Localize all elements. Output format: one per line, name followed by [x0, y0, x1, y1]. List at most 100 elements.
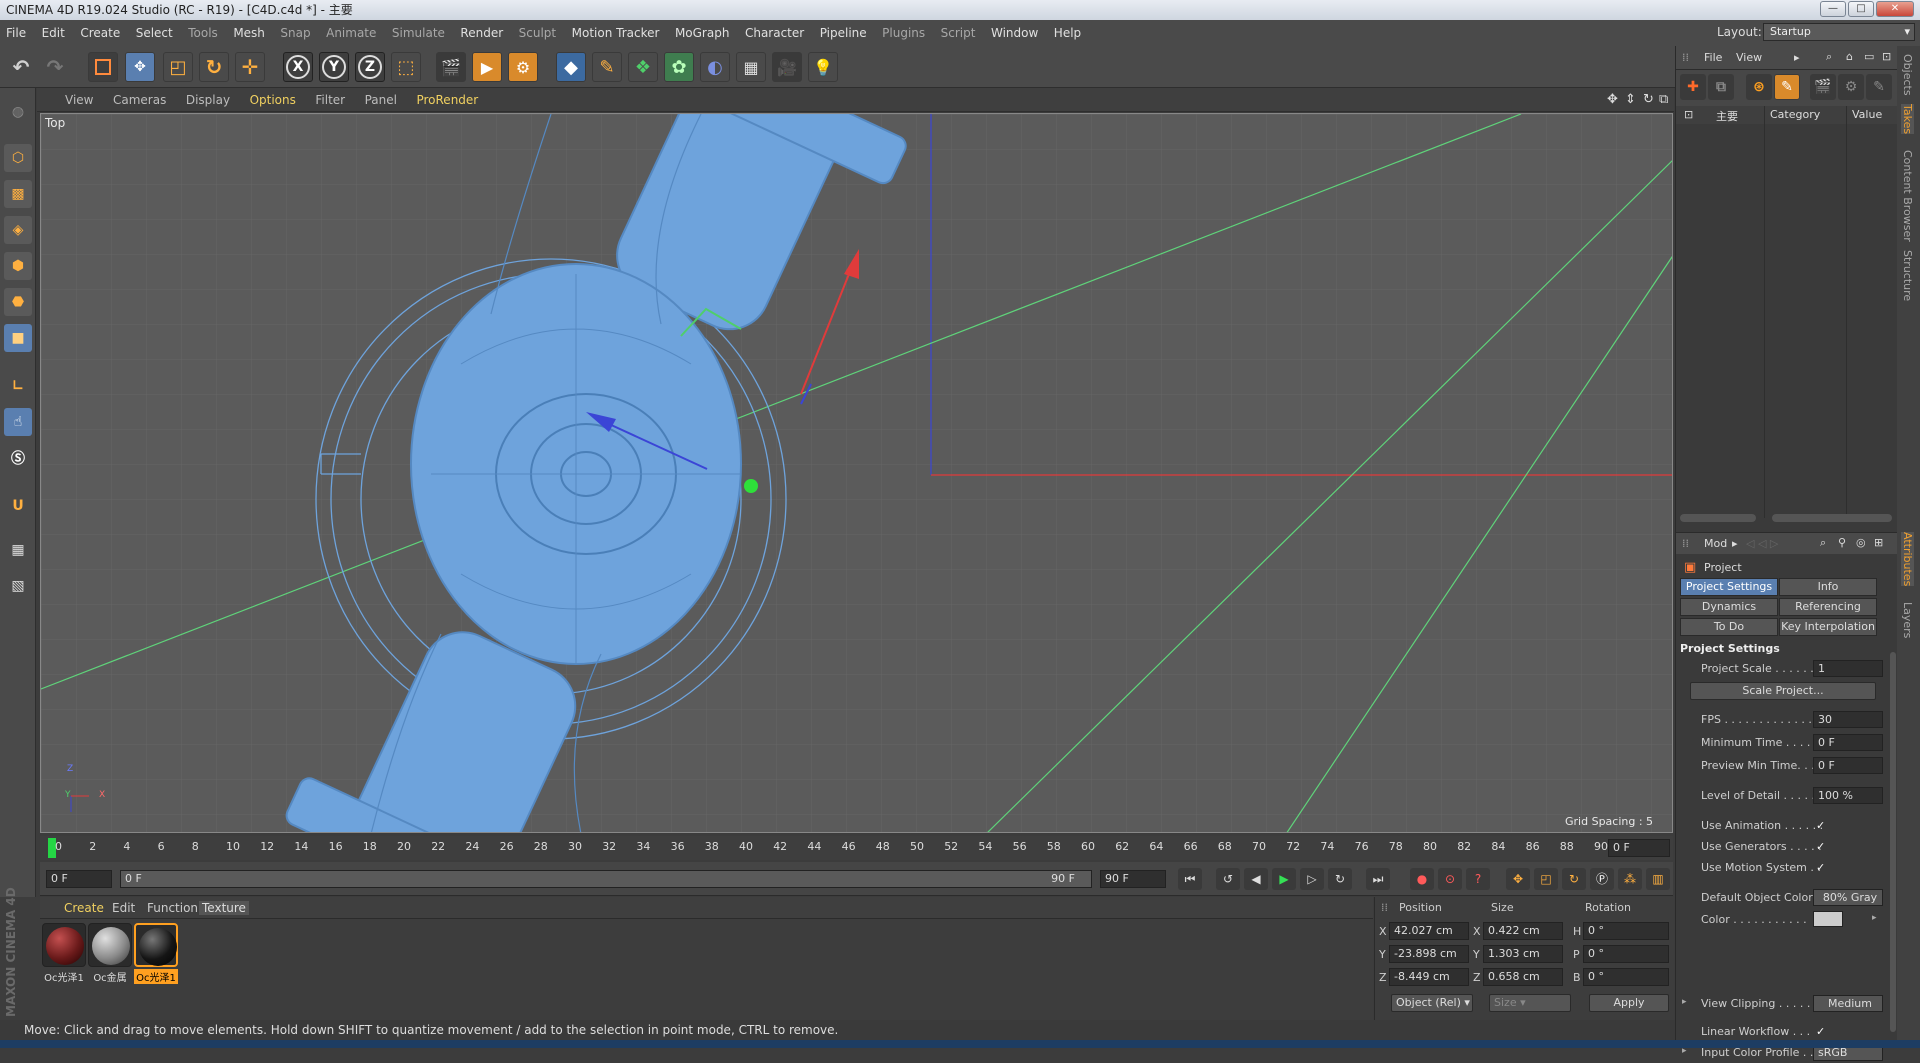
position-z-field[interactable]: -8.449 cm	[1389, 968, 1469, 986]
deformer-icon[interactable]: ◐	[700, 52, 730, 82]
key-rotation-icon[interactable]: ↻	[1562, 868, 1586, 890]
texture-mode-icon[interactable]: ▩	[4, 180, 32, 208]
menu-plugins[interactable]: Plugins	[876, 20, 931, 46]
cloner-icon[interactable]: ✿	[664, 52, 694, 82]
tab-referencing[interactable]: Referencing	[1779, 598, 1877, 616]
default-object-color-dropdown[interactable]: 80% Gray	[1813, 889, 1883, 906]
render-settings-icon[interactable]: ⚙	[508, 52, 538, 82]
live-selection-icon[interactable]	[88, 52, 118, 82]
material-menu-edit[interactable]: Edit	[112, 901, 135, 915]
play-icon[interactable]: ▶	[1272, 868, 1296, 890]
cube-object-icon[interactable]: ◆	[556, 52, 586, 82]
coordinate-system-icon[interactable]: ⬚	[391, 52, 421, 82]
menu-simulate[interactable]: Simulate	[386, 20, 451, 46]
tab-project-settings[interactable]: Project Settings	[1680, 578, 1778, 596]
attributes-scrollbar[interactable]	[1890, 652, 1896, 1032]
rotation-b-field[interactable]: 0 °	[1583, 968, 1669, 986]
snap-icon[interactable]: Ⓢ	[4, 444, 32, 472]
material-swatch-2[interactable]	[88, 923, 132, 967]
spline-pen-icon[interactable]: ✎	[592, 52, 622, 82]
vtab-takes[interactable]: Takes	[1901, 104, 1914, 135]
size-z-field[interactable]: 0.658 cm	[1483, 968, 1563, 986]
maximize-button[interactable]: □	[1848, 1, 1874, 17]
takes-hscrollbar[interactable]	[1680, 514, 1756, 522]
viewport-menu-prorender[interactable]: ProRender	[408, 88, 486, 112]
viewport-menu-view[interactable]: View	[57, 88, 101, 112]
subdivision-surface-icon[interactable]: ❖	[628, 52, 658, 82]
position-y-field[interactable]: -23.898 cm	[1389, 945, 1469, 963]
attributes-new-icon[interactable]: ⊞	[1874, 536, 1883, 549]
minimize-button[interactable]: —	[1820, 1, 1846, 17]
go-to-start-icon[interactable]: ⏮	[1178, 868, 1202, 890]
viewport-rotate-icon[interactable]: ↻	[1643, 92, 1654, 107]
menu-snap[interactable]: Snap	[274, 20, 316, 46]
take-auto-icon[interactable]: ✎	[1774, 74, 1800, 100]
project-scale-field[interactable]: 1	[1813, 660, 1883, 677]
menu-mograph[interactable]: MoGraph	[669, 20, 736, 46]
attributes-lock-icon[interactable]: ⚲	[1838, 536, 1846, 549]
menu-tools[interactable]: Tools	[182, 20, 224, 46]
take-main-label[interactable]: 主要	[1716, 108, 1738, 124]
objects-new-view-icon[interactable]: ▭	[1864, 50, 1874, 63]
menu-edit[interactable]: Edit	[36, 20, 71, 46]
polygons-mode-icon[interactable]: ■	[4, 324, 32, 352]
objects-menu-view[interactable]: View	[1736, 51, 1762, 64]
material-menu-create[interactable]: Create	[64, 901, 104, 915]
y-axis-lock-button[interactable]: Y	[319, 52, 349, 82]
take-settings-icon[interactable]: ✎	[1866, 74, 1892, 100]
coord-mode-dropdown[interactable]: Object (Rel) ▾	[1391, 994, 1473, 1012]
undo-icon[interactable]: ↶	[6, 52, 36, 82]
previous-frame-icon[interactable]: ◀	[1244, 868, 1268, 890]
attributes-mode-menu[interactable]: Mod	[1704, 537, 1727, 550]
model-mode-icon[interactable]: ⬡	[4, 144, 32, 172]
tab-to-do[interactable]: To Do	[1680, 618, 1778, 636]
linear-workflow-checkbox[interactable]: ✓	[1816, 1025, 1825, 1038]
viewport-pan-icon[interactable]: ✥	[1607, 92, 1618, 107]
scale-tool-icon[interactable]: ◰	[163, 52, 193, 82]
objects-more-icon[interactable]: ▸	[1794, 51, 1800, 64]
camera-icon[interactable]: 🎥	[772, 52, 802, 82]
viewport-menu-filter[interactable]: Filter	[307, 88, 353, 112]
takes-hscrollbar-2[interactable]	[1772, 514, 1892, 522]
tweak-mode-icon[interactable]: ☝	[4, 408, 32, 436]
workplane-mode-icon[interactable]: ◈	[4, 216, 32, 244]
make-editable-icon[interactable]: ◍	[4, 98, 32, 126]
keyframe-selection-icon[interactable]: ?	[1466, 868, 1490, 890]
objects-menu-file[interactable]: File	[1704, 51, 1722, 64]
viewport-menu-cameras[interactable]: Cameras	[105, 88, 174, 112]
objects-close-icon[interactable]: ⊡	[1882, 50, 1891, 63]
view-clipping-expand-icon[interactable]: ▸	[1682, 997, 1687, 1007]
preview-range-slider[interactable]: 0 F 90 F	[120, 870, 1092, 888]
end-frame-field[interactable]: 90 F	[1100, 870, 1166, 888]
attributes-target-icon[interactable]: ◎	[1856, 536, 1866, 549]
menu-character[interactable]: Character	[739, 20, 810, 46]
redo-icon[interactable]: ↷	[40, 52, 70, 82]
menu-script[interactable]: Script	[935, 20, 982, 46]
take-checkbox-icon[interactable]: ⊡	[1684, 108, 1693, 121]
objects-search-icon[interactable]: ⌕	[1826, 50, 1832, 64]
vtab-layers[interactable]: Layers	[1901, 602, 1914, 638]
rotation-h-field[interactable]: 0 °	[1583, 922, 1669, 940]
render-view-icon[interactable]: 🎬	[436, 52, 466, 82]
use-motion-checkbox[interactable]: ✓	[1816, 861, 1825, 874]
go-to-end-icon[interactable]: ⏭	[1366, 868, 1390, 890]
menu-motion-tracker[interactable]: Motion Tracker	[566, 20, 666, 46]
viewport-zoom-icon[interactable]: ⇕	[1625, 92, 1636, 107]
vtab-objects[interactable]: Objects	[1901, 54, 1914, 96]
material-menu-function[interactable]: Function	[147, 901, 198, 915]
take-render-icon[interactable]: 🎬	[1810, 74, 1836, 100]
attributes-back-icon[interactable]: ◁ ◁ ▷	[1746, 537, 1778, 550]
material-swatch-3[interactable]	[134, 923, 178, 967]
timeline-ruler[interactable]: 0 2 4 6 8 10 12 14 16 18 20 22 24 26 28 30 32 34 36 38 40 42 4…	[40, 836, 1673, 860]
key-param-icon[interactable]: Ⓟ	[1590, 868, 1614, 890]
edges-mode-icon[interactable]: ⬣	[4, 288, 32, 316]
viewport-menu-display[interactable]: Display	[178, 88, 238, 112]
use-animation-checkbox[interactable]: ✓	[1816, 819, 1825, 832]
menu-file[interactable]: File	[0, 20, 32, 46]
color-swatch[interactable]	[1813, 911, 1843, 927]
gizmo-center-handle[interactable]	[744, 479, 758, 493]
timeline-layout-icon[interactable]: ▥	[1646, 868, 1670, 890]
menu-mesh[interactable]: Mesh	[227, 20, 271, 46]
current-frame-field[interactable]: 0 F	[1608, 839, 1670, 857]
material-swatch-1[interactable]	[42, 923, 86, 967]
